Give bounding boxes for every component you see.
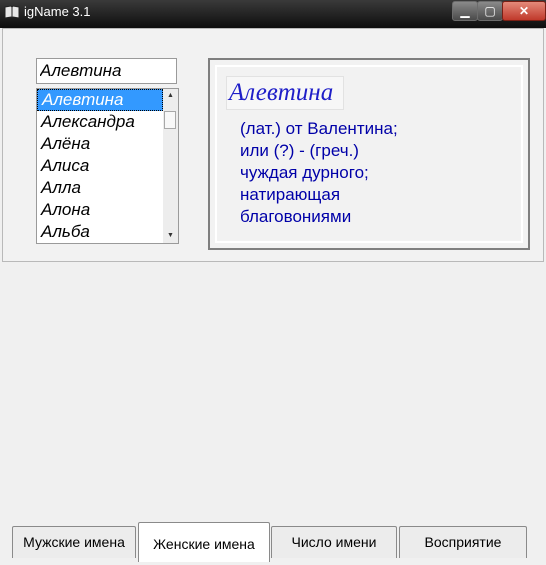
scroll-up-icon[interactable]: ▲ <box>163 89 178 103</box>
window-title: igName 3.1 <box>24 4 91 19</box>
tab-female-names[interactable]: Женские имена <box>138 522 270 562</box>
book-icon <box>4 5 20 19</box>
title-bar[interactable]: igName 3.1 ▁ ▢ ✕ <box>0 0 546 28</box>
list-item[interactable]: Алёна <box>37 133 163 155</box>
minimize-icon: ▁ <box>460 4 470 18</box>
name-search-input[interactable] <box>37 59 179 83</box>
list-item[interactable]: Алевтина <box>37 89 163 111</box>
close-button[interactable]: ✕ <box>502 1 546 21</box>
maximize-button[interactable]: ▢ <box>477 1 503 21</box>
list-item[interactable]: Альба <box>37 221 163 243</box>
app-window: igName 3.1 ▁ ▢ ✕ Алевтина Александра Алё… <box>0 0 546 562</box>
name-meaning-text: (лат.) от Валентина; или (?) - (греч.) ч… <box>240 119 398 226</box>
tab-name-number[interactable]: Число имени <box>271 526 397 558</box>
close-icon: ✕ <box>518 4 530 18</box>
names-listbox[interactable]: Алевтина Александра Алёна Алиса Алла Ало… <box>36 88 179 244</box>
vertical-scrollbar[interactable]: ▲ ▼ <box>163 89 178 243</box>
name-search-input-box[interactable] <box>36 58 179 84</box>
list-item[interactable]: Алла <box>37 177 163 199</box>
selected-name-heading: Алевтина <box>226 76 344 110</box>
list-item[interactable]: Алона <box>37 199 163 221</box>
scroll-down-icon[interactable]: ▼ <box>163 229 178 243</box>
tab-perception[interactable]: Восприятие <box>399 526 527 558</box>
scroll-thumb[interactable] <box>164 111 176 129</box>
tab-male-names[interactable]: Мужские имена <box>12 526 136 558</box>
minimize-button[interactable]: ▁ <box>452 1 478 21</box>
tab-bar: Мужские имена Женские имена Число имени … <box>0 260 546 562</box>
list-item[interactable]: Алиса <box>37 155 163 177</box>
names-list[interactable]: Алевтина Александра Алёна Алиса Алла Ало… <box>37 89 163 243</box>
maximize-icon: ▢ <box>484 4 496 18</box>
list-item[interactable]: Александра <box>37 111 163 133</box>
